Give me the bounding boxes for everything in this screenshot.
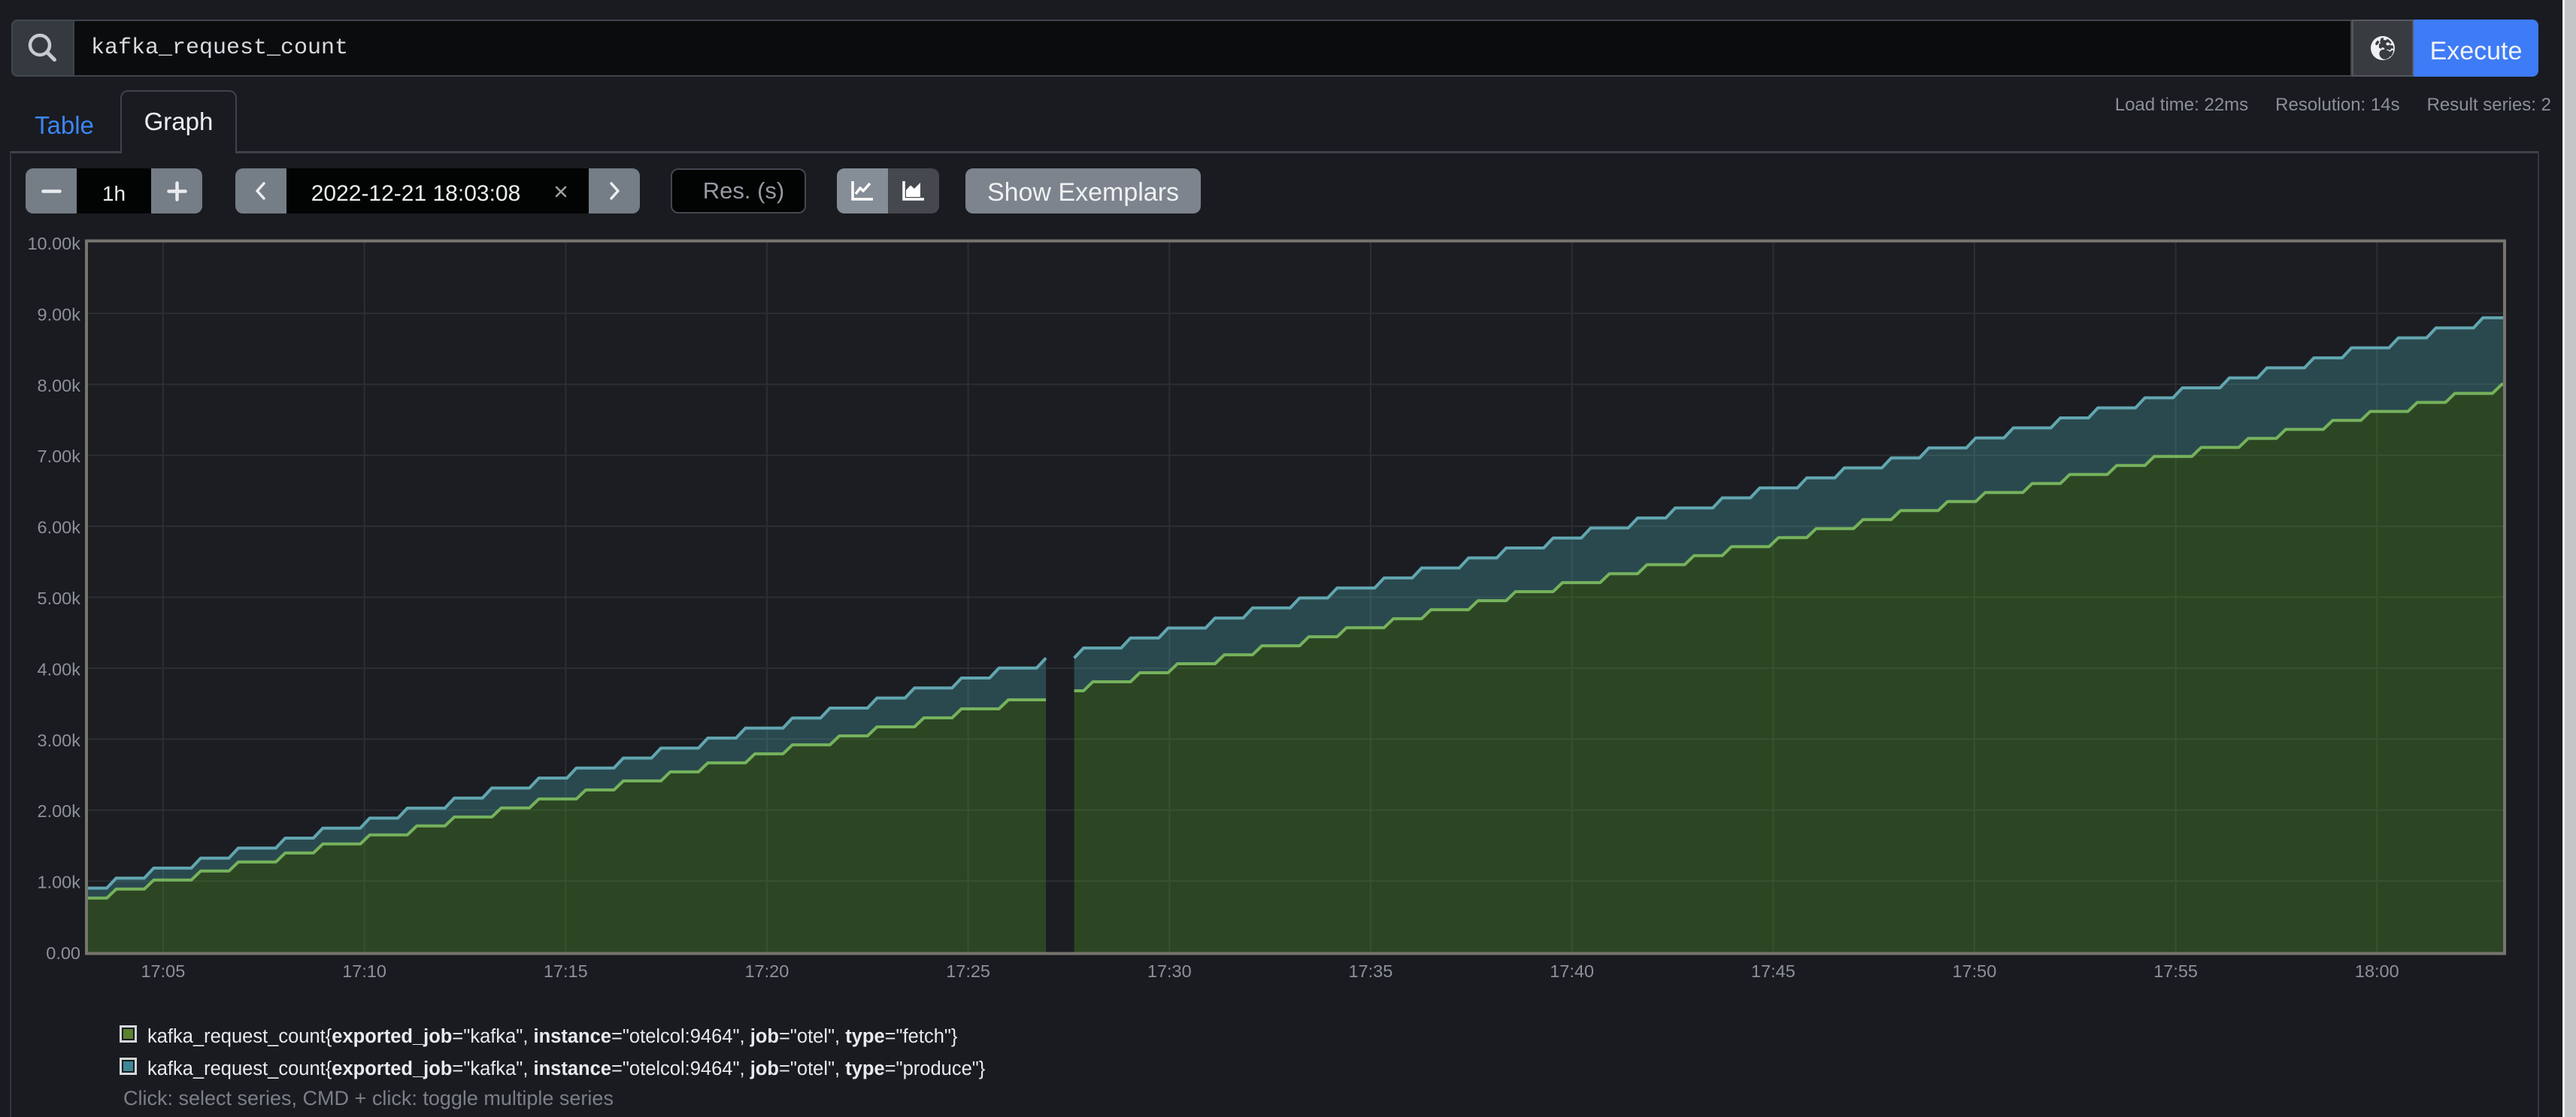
svg-text:17:45: 17:45 [1751, 961, 1796, 981]
svg-text:5.00k: 5.00k [38, 589, 81, 608]
svg-text:17:30: 17:30 [1147, 961, 1192, 981]
svg-text:9.00k: 9.00k [38, 304, 81, 324]
svg-text:17:10: 17:10 [342, 961, 386, 981]
svg-text:17:05: 17:05 [141, 961, 185, 981]
svg-text:6.00k: 6.00k [38, 518, 81, 537]
svg-text:17:20: 17:20 [744, 961, 789, 981]
svg-text:8.00k: 8.00k [38, 376, 81, 395]
svg-text:7.00k: 7.00k [38, 446, 81, 466]
svg-text:17:15: 17:15 [544, 961, 588, 981]
svg-text:18:00: 18:00 [2355, 961, 2399, 981]
svg-text:17:40: 17:40 [1550, 961, 1594, 981]
svg-text:10.00k: 10.00k [27, 234, 80, 253]
svg-text:3.00k: 3.00k [38, 731, 81, 750]
svg-text:17:25: 17:25 [946, 961, 990, 981]
svg-text:1.00k: 1.00k [38, 873, 81, 892]
svg-text:2.00k: 2.00k [38, 801, 81, 821]
svg-text:0.00: 0.00 [46, 943, 80, 963]
svg-text:17:35: 17:35 [1348, 961, 1393, 981]
svg-text:17:55: 17:55 [2153, 961, 2198, 981]
svg-text:4.00k: 4.00k [38, 659, 81, 679]
svg-text:17:50: 17:50 [1952, 961, 1996, 981]
